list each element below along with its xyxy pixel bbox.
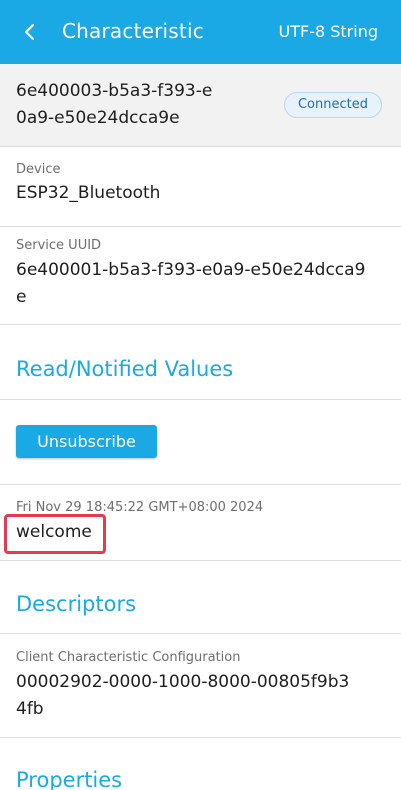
service-uuid-line2: e bbox=[16, 287, 27, 307]
characteristic-uuid: 6e400003-b5a3-f393-e 0a9-e50e24dcca9e bbox=[16, 78, 272, 132]
service-uuid-label: Service UUID bbox=[16, 238, 102, 253]
connection-status-badge: Connected bbox=[284, 92, 382, 118]
characteristic-uuid-line1: 6e400003-b5a3-f393-e bbox=[16, 81, 213, 101]
chevron-left-icon bbox=[24, 23, 35, 41]
page-title: Characteristic bbox=[62, 19, 204, 43]
divider bbox=[0, 484, 401, 485]
app-bar: Characteristic UTF-8 String bbox=[0, 0, 401, 64]
device-name: ESP32_Bluetooth bbox=[16, 183, 161, 203]
descriptors-heading: Descriptors bbox=[16, 592, 137, 616]
format-selector[interactable]: UTF-8 String bbox=[279, 21, 378, 43]
properties-heading: Properties bbox=[16, 768, 123, 790]
divider bbox=[0, 737, 401, 738]
back-button[interactable] bbox=[18, 18, 42, 46]
descriptor-uuid-line2: 4fb bbox=[16, 699, 44, 719]
descriptor-label: Client Characteristic Configuration bbox=[16, 650, 241, 665]
divider bbox=[0, 324, 401, 325]
divider bbox=[0, 226, 401, 227]
device-label: Device bbox=[16, 162, 61, 177]
characteristic-uuid-line2: 0a9-e50e24dcca9e bbox=[16, 108, 180, 128]
unsubscribe-button[interactable]: Unsubscribe bbox=[16, 425, 157, 458]
divider bbox=[0, 560, 401, 561]
service-uuid-line1: 6e400001-b5a3-f393-e0a9-e50e24dcca9 bbox=[16, 260, 366, 280]
descriptor-uuid-line1: 00002902-0000-1000-8000-00805f9b3 bbox=[16, 672, 350, 692]
divider bbox=[0, 399, 401, 400]
divider bbox=[0, 633, 401, 634]
divider bbox=[0, 146, 401, 147]
read-notified-values-heading: Read/Notified Values bbox=[16, 357, 234, 381]
highlight-box bbox=[4, 514, 106, 554]
